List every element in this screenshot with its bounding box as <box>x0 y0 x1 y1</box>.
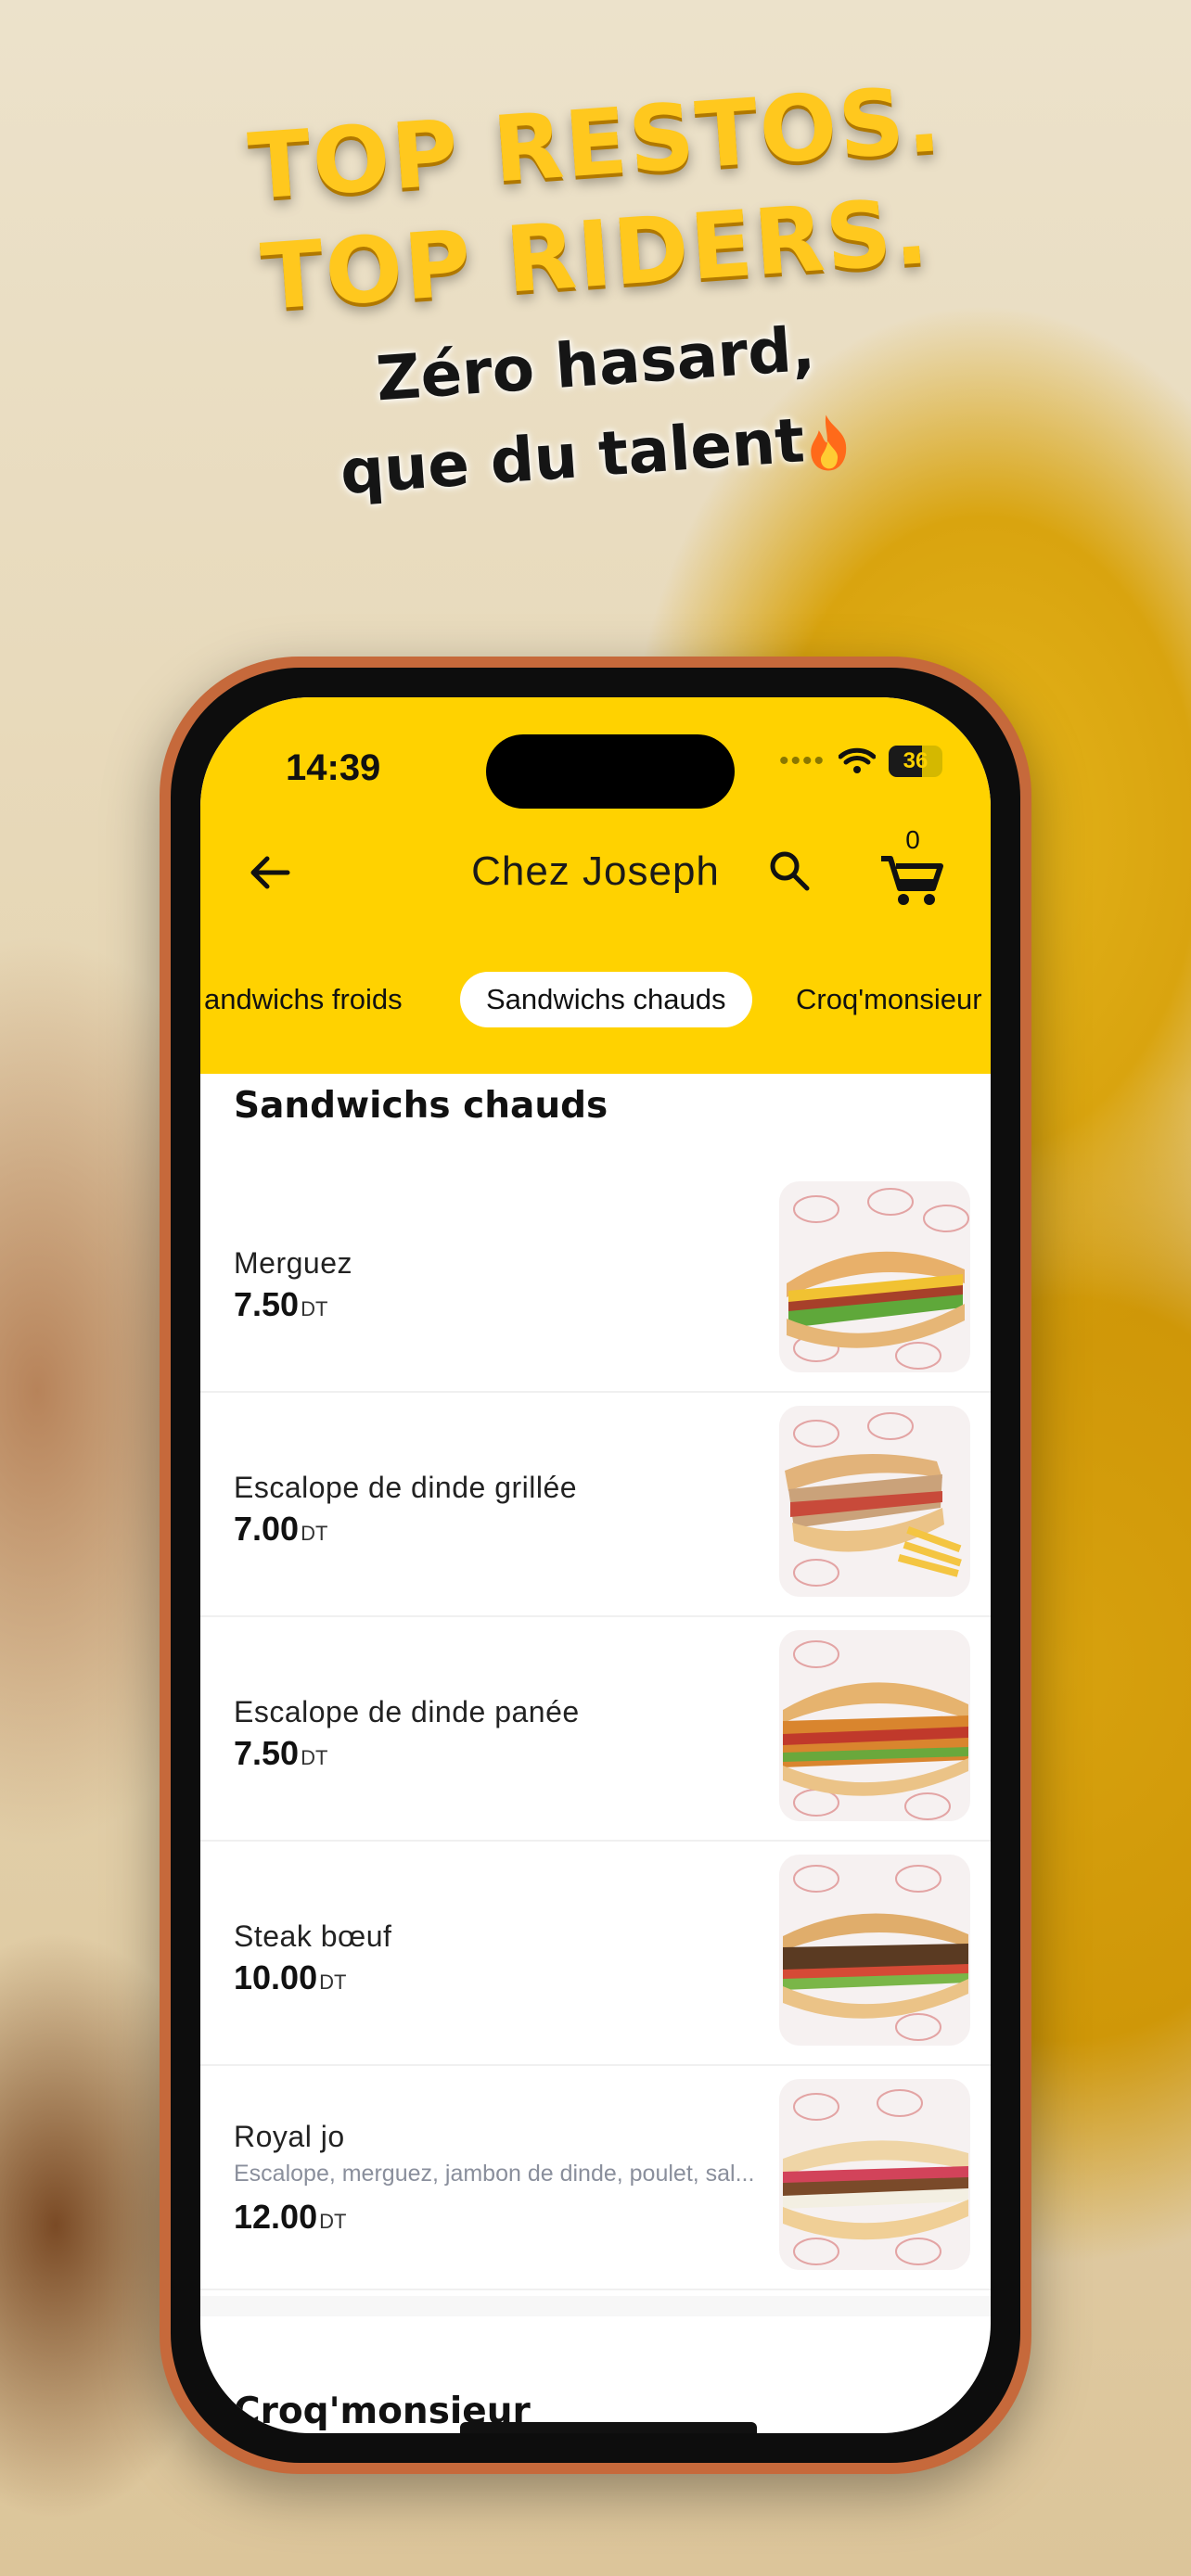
item-photo <box>779 1406 970 1597</box>
menu-item[interactable]: Escalope de dinde grillée 7.00DT <box>200 1391 991 1617</box>
app-header: 14:39 •••• 36 Chez Joseph 0 andwichs fro… <box>200 697 991 1074</box>
item-name: Escalope de dinde panée <box>234 1695 580 1728</box>
app-screen: 14:39 •••• 36 Chez Joseph 0 andwichs fro… <box>200 697 991 2433</box>
item-price: 7.00DT <box>234 1510 327 1549</box>
battery-level: 36 <box>903 748 928 773</box>
tab-sandwichs-froids[interactable]: andwichs froids <box>204 972 403 1027</box>
item-price-value: 7.50 <box>234 1734 300 1772</box>
menu-list: Sandwichs chauds Merguez 7.50DT Escalope… <box>200 1074 991 2433</box>
cart-button[interactable]: 0 <box>876 825 950 911</box>
item-name: Escalope de dinde grillée <box>234 1471 578 1504</box>
item-price-value: 10.00 <box>234 1958 318 1996</box>
item-description: Escalope, merguez, jambon de dinde, poul… <box>234 2161 755 2187</box>
item-price: 7.50DT <box>234 1734 327 1773</box>
menu-item[interactable]: Escalope de dinde panée 7.50DT <box>200 1615 991 1842</box>
wifi-icon <box>839 747 876 773</box>
restaurant-title: Chez Joseph <box>471 848 720 894</box>
tab-croq-monsieur[interactable]: Croq'monsieur <box>796 972 982 1027</box>
item-price-value: 7.00 <box>234 1510 300 1548</box>
item-price: 10.00DT <box>234 1958 346 1997</box>
cart-count: 0 <box>905 825 920 854</box>
promo-banner: TOP RESTOS. TOP RIDERS. Zéro hasard, que… <box>0 67 1191 508</box>
item-name: Merguez <box>234 1246 352 1280</box>
section-title: Sandwichs chauds <box>234 1085 608 1127</box>
item-price: 7.50DT <box>234 1285 327 1324</box>
sandwich-image <box>779 1406 970 1597</box>
cart-icon <box>881 856 943 905</box>
item-photo <box>779 1630 970 1821</box>
sandwich-image <box>779 2079 970 2270</box>
item-price: 12.00DT <box>234 2198 346 2237</box>
section-divider <box>200 2296 991 2316</box>
battery-icon: 36 <box>889 746 942 777</box>
item-photo <box>779 1855 970 2046</box>
sandwich-image <box>779 1181 970 1372</box>
item-currency: DT <box>301 1746 328 1769</box>
item-currency: DT <box>301 1522 328 1545</box>
status-icons: •••• 36 <box>779 746 942 777</box>
status-time: 14:39 <box>286 747 381 788</box>
phone-frame: 14:39 •••• 36 Chez Joseph 0 andwichs fro… <box>160 657 1031 2474</box>
signal-icon: •••• <box>778 746 826 776</box>
item-currency: DT <box>319 2210 347 2233</box>
sandwich-image <box>779 1855 970 2046</box>
search-icon <box>770 851 810 891</box>
tab-sandwichs-chauds[interactable]: Sandwichs chauds <box>460 972 752 1027</box>
search-button[interactable] <box>757 838 822 903</box>
item-price-value: 7.50 <box>234 1285 300 1323</box>
item-photo <box>779 1181 970 1372</box>
home-indicator <box>460 2422 757 2433</box>
item-currency: DT <box>319 1970 347 1994</box>
item-name: Steak bœuf <box>234 1919 392 1953</box>
item-photo <box>779 2079 970 2270</box>
phone-bezel: 14:39 •••• 36 Chez Joseph 0 andwichs fro… <box>171 668 1020 2463</box>
fire-icon <box>810 414 846 471</box>
item-price-value: 12.00 <box>234 2198 318 2236</box>
menu-item[interactable]: Merguez 7.50DT <box>200 1167 991 1393</box>
category-tabs: andwichs froids Sandwichs chauds Croq'mo… <box>200 972 991 1027</box>
menu-item[interactable]: Royal jo Escalope, merguez, jambon de di… <box>200 2064 991 2290</box>
item-currency: DT <box>301 1297 328 1320</box>
dynamic-island <box>486 734 735 809</box>
sandwich-image <box>779 1630 970 1821</box>
item-name: Royal jo <box>234 2120 345 2153</box>
menu-item[interactable]: Steak bœuf 10.00DT <box>200 1840 991 2066</box>
